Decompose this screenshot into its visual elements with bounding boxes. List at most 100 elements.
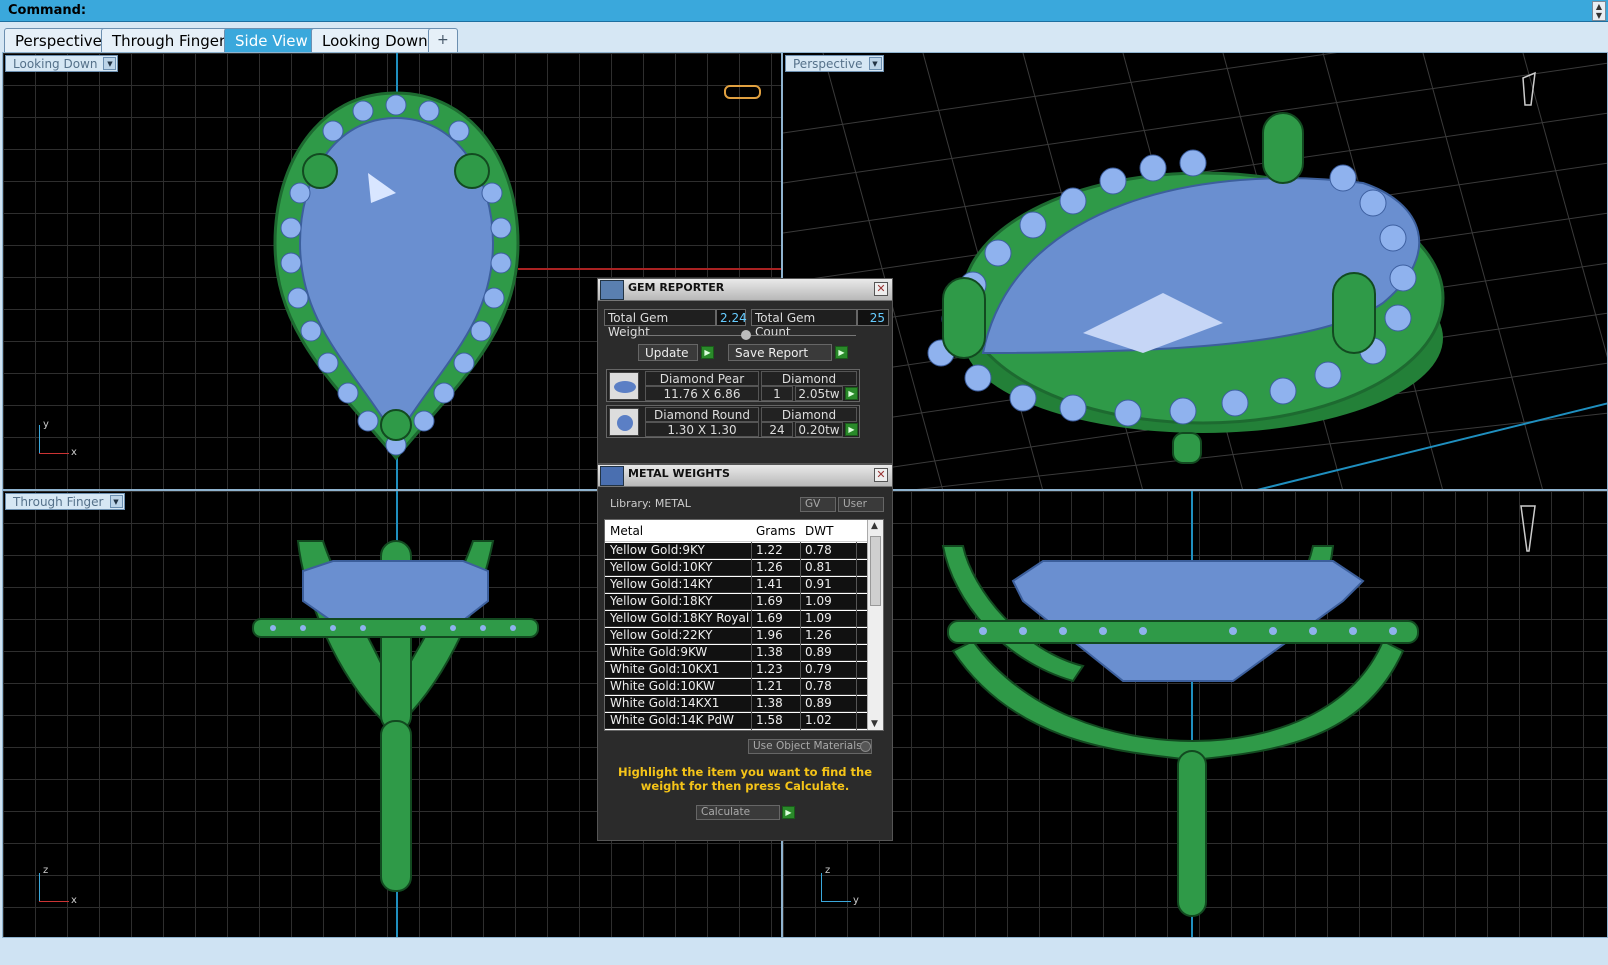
axis-z-label: z: [43, 865, 49, 876]
table-scrollbar[interactable]: ▲ ▼: [867, 520, 883, 730]
table-row[interactable]: Yellow Gold:14KY 1.41 0.91: [605, 577, 867, 593]
table-row[interactable]: White Gold:10KW 1.21 0.78: [605, 679, 867, 695]
gem-name: Diamond Pear: [645, 371, 759, 386]
command-label: Command:: [8, 3, 87, 18]
column-dwt[interactable]: DWT: [805, 524, 833, 538]
scroll-down-icon[interactable]: ▼: [871, 719, 878, 729]
gem-go-icon[interactable]: ▶: [845, 387, 858, 400]
scrollbar-thumb[interactable]: [870, 536, 881, 606]
axis-y-label: y: [43, 419, 49, 430]
gem-weight: 0.20tw: [795, 422, 843, 437]
gem-material: Diamond: [761, 407, 857, 422]
gem-pear-icon: [609, 372, 639, 400]
viewport-label-through-finger[interactable]: Through Finger ▼: [5, 493, 125, 510]
use-object-materials-toggle[interactable]: Use Object Materials: [748, 739, 872, 754]
update-button[interactable]: Update: [638, 344, 698, 361]
viewport-name: Through Finger: [13, 495, 104, 509]
gem-row[interactable]: Diamond Pear Diamond 11.76 X 6.86 1 2.05…: [606, 369, 860, 402]
save-report-button[interactable]: Save Report: [728, 344, 832, 361]
calculate-label: Calculate: [701, 806, 751, 818]
axis-z-label: z: [825, 865, 831, 876]
save-report-label: Save Report: [735, 346, 809, 360]
table-row[interactable]: Yellow Gold:9KY 1.22 0.78: [605, 543, 867, 559]
viewport-side-view[interactable]: z y: [782, 490, 1608, 938]
table-row[interactable]: Yellow Gold:22KY 1.96 1.26: [605, 628, 867, 644]
gem-count: 24: [761, 422, 793, 437]
calculate-go-icon[interactable]: ▶: [782, 806, 795, 819]
update-label: Update: [645, 346, 689, 360]
update-go-icon[interactable]: ▶: [701, 346, 714, 359]
metal-weights-title: METAL WEIGHTS: [628, 467, 730, 480]
use-object-materials-label: Use Object Materials: [753, 740, 862, 752]
table-row[interactable]: Yellow Gold:10KY 1.26 0.81: [605, 560, 867, 576]
chevron-down-icon[interactable]: ▼: [868, 57, 882, 70]
gem-reporter-header[interactable]: GEM REPORTER ✕: [598, 279, 892, 301]
viewport-tab-bar: Perspective Through Finger Side View Loo…: [0, 22, 1608, 52]
ring-side-view: [941, 505, 1536, 917]
library-label: Library: METAL: [610, 497, 691, 510]
gem-reporter-title: GEM REPORTER: [628, 281, 725, 294]
tab-through-finger[interactable]: Through Finger: [101, 28, 237, 52]
gem-size: 11.76 X 6.86: [645, 386, 759, 401]
viewport-name: Perspective: [793, 57, 863, 71]
metal-weights-panel: METAL WEIGHTS ✕ Library: METAL GV User M…: [597, 464, 893, 841]
ring-perspective-view: [783, 53, 1607, 489]
metal-weights-icon: [600, 466, 624, 486]
metal-table[interactable]: Metal Grams DWT Yellow Gold:9KY 1.22 0.78 …: [604, 519, 884, 731]
calculate-hint: Highlight the item you want to find the …: [618, 765, 872, 793]
user-label: User: [843, 498, 867, 510]
table-row[interactable]: Yellow Gold:18KY 1.69 1.09: [605, 594, 867, 610]
calculate-button[interactable]: Calculate: [696, 805, 780, 820]
total-gem-count-value: 25: [857, 309, 889, 326]
add-tab-button[interactable]: +: [428, 28, 458, 52]
viewport-perspective[interactable]: Perspective ▼: [782, 52, 1608, 490]
save-go-icon[interactable]: ▶: [835, 346, 848, 359]
column-divider: [751, 542, 752, 730]
tab-side-view[interactable]: Side View: [224, 28, 319, 52]
axis-x-label: x: [71, 447, 77, 458]
axis-y-label: y: [853, 895, 859, 906]
gv-label: GV: [805, 498, 821, 510]
tab-perspective[interactable]: Perspective: [4, 28, 113, 52]
table-row[interactable]: White Gold:10KX1 1.23 0.79: [605, 662, 867, 678]
table-row[interactable]: White Gold:14K PdW 1.58 1.02: [605, 713, 867, 729]
gem-round-icon: [609, 408, 639, 436]
close-icon[interactable]: ✕: [874, 468, 888, 482]
table-row[interactable]: White Gold:9KW 1.38 0.89: [605, 645, 867, 661]
gem-material: Diamond: [761, 371, 857, 386]
slider-handle[interactable]: [741, 330, 751, 340]
total-gem-weight-label: Total Gem Weight: [604, 309, 716, 339]
table-header: Metal Grams DWT: [605, 520, 867, 542]
table-row[interactable]: Yellow Gold:18KY Royal 1.69 1.09: [605, 611, 867, 627]
viewport-label-perspective[interactable]: Perspective ▼: [785, 55, 884, 72]
gem-go-icon[interactable]: ▶: [845, 423, 858, 436]
table-row[interactable]: White Gold:14KX1 1.38 0.89: [605, 696, 867, 712]
viewport-name: Looking Down: [13, 57, 98, 71]
gem-reporter-panel: GEM REPORTER ✕ Total Gem Weight 2.24 Tot…: [597, 278, 893, 464]
scroll-up-icon[interactable]: ▲: [871, 521, 878, 531]
column-metal[interactable]: Metal: [610, 524, 643, 538]
command-scroll-arrows[interactable]: ▲ ▼: [1592, 1, 1606, 21]
gem-reporter-icon: [600, 280, 624, 300]
total-gem-count-label: Total Gem Count: [751, 309, 857, 339]
use-object-materials-radio[interactable]: [860, 741, 871, 752]
gem-name: Diamond Round: [645, 407, 759, 422]
column-divider: [856, 542, 857, 730]
column-divider: [800, 542, 801, 730]
viewport-label-looking-down[interactable]: Looking Down ▼: [5, 55, 119, 72]
gem-size: 1.30 X 1.30: [645, 422, 759, 437]
total-gem-weight-value: 2.24: [716, 309, 747, 326]
gem-count: 1: [761, 386, 793, 401]
metal-weights-header[interactable]: METAL WEIGHTS ✕: [598, 465, 892, 487]
app-window: Command: ▲ ▼ Perspective Through Finger S…: [0, 0, 1608, 965]
gem-row[interactable]: Diamond Round Diamond 1.30 X 1.30 24 0.2…: [606, 405, 860, 438]
column-grams[interactable]: Grams: [756, 524, 796, 538]
user-toggle[interactable]: User: [838, 497, 884, 512]
tab-looking-down[interactable]: Looking Down: [311, 28, 439, 52]
chevron-down-icon[interactable]: ▼: [109, 495, 123, 508]
chevron-down-icon[interactable]: ▼: [103, 57, 117, 70]
axis-x-label: x: [71, 895, 77, 906]
gv-toggle[interactable]: GV: [800, 497, 836, 512]
close-icon[interactable]: ✕: [874, 282, 888, 296]
command-bar[interactable]: Command: ▲ ▼: [0, 0, 1608, 22]
